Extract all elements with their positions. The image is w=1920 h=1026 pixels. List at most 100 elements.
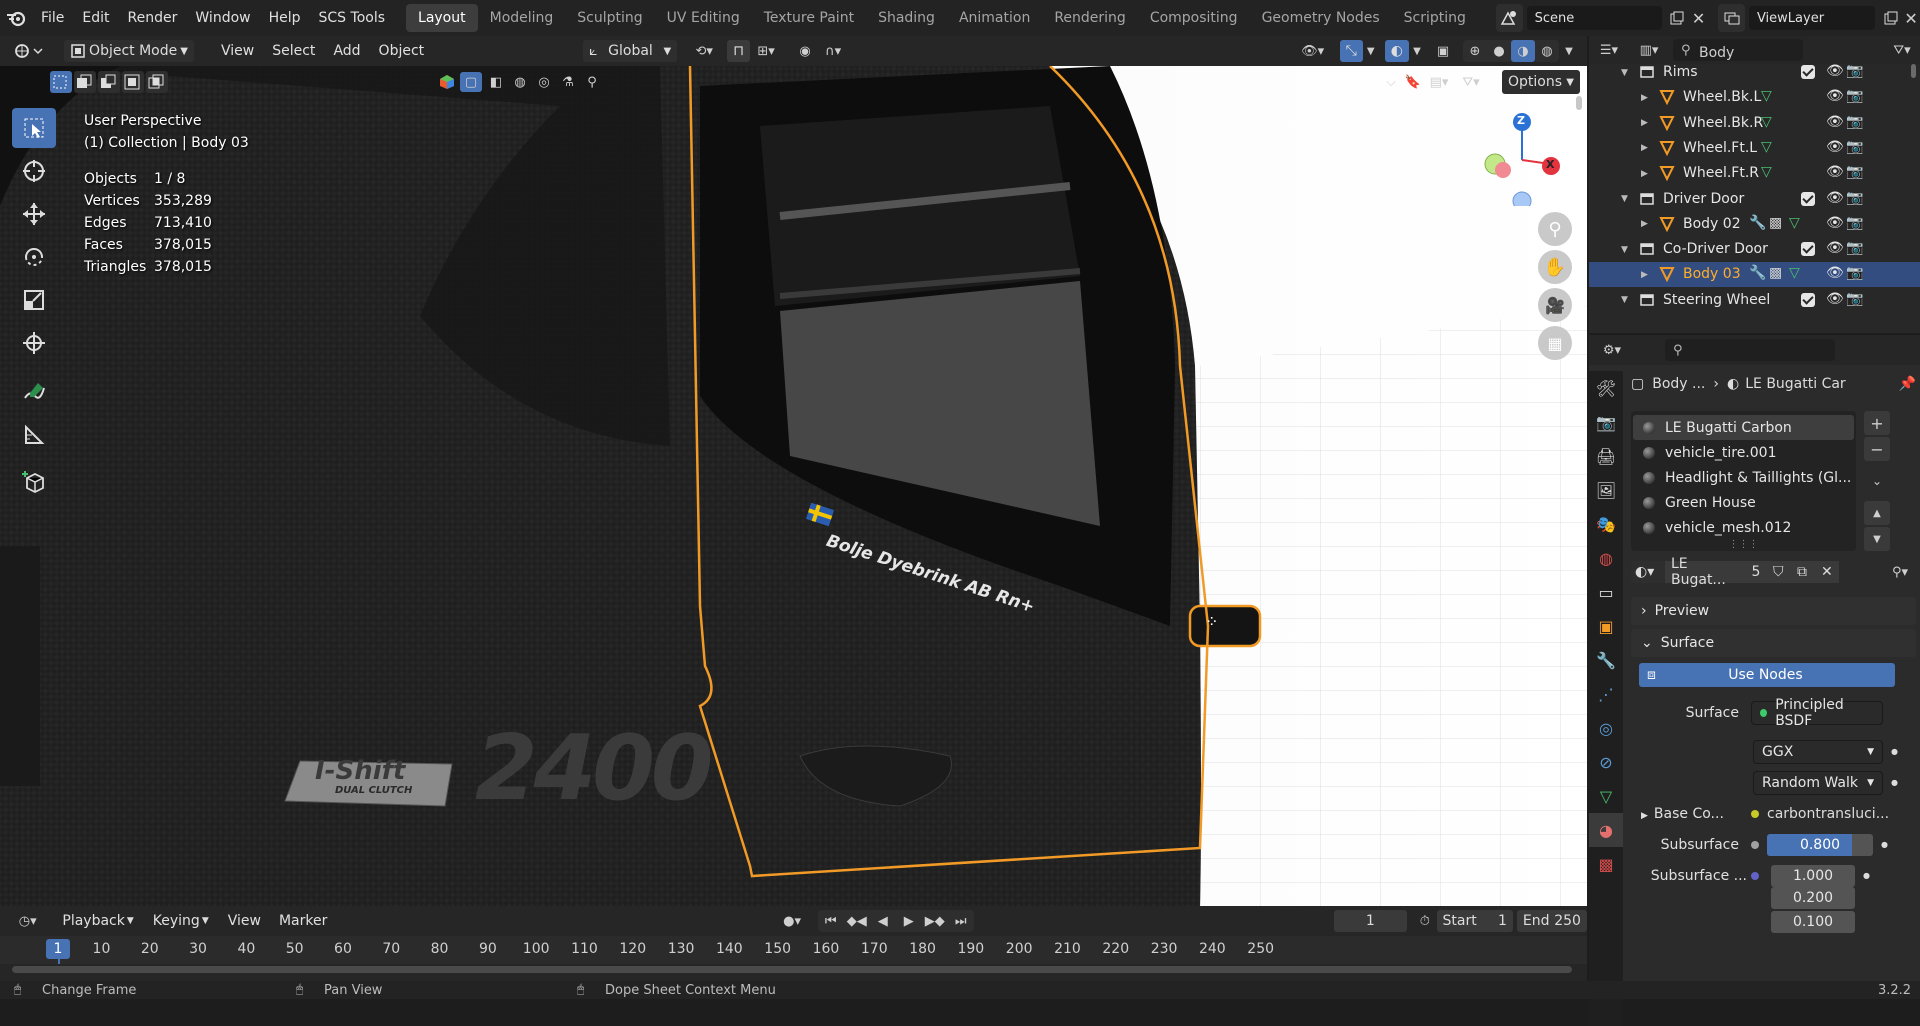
menu-file[interactable]: File [32, 10, 73, 26]
camera-view-icon[interactable]: 🎥 [1538, 288, 1572, 322]
include-checkbox[interactable] [1801, 191, 1815, 206]
render-camera-icon[interactable]: 📷 [1846, 139, 1863, 155]
eye-visibility-icon[interactable]: 👁 [1826, 265, 1844, 281]
move-slot-up-icon[interactable]: ▲ [1864, 501, 1890, 525]
mode-selector[interactable]: Object Mode ▼ [64, 40, 194, 62]
material-name-field[interactable]: LE Bugat... [1665, 556, 1745, 588]
shading-dropdown-icon[interactable]: ▼ [1559, 46, 1579, 57]
annotate-tool-icon[interactable] [12, 372, 56, 412]
render-camera-icon[interactable]: 📷 [1846, 240, 1863, 256]
viewport-scrollbar[interactable] [1576, 96, 1582, 110]
include-checkbox[interactable] [1801, 65, 1815, 79]
collection-tab-icon[interactable]: ▭ [1589, 575, 1623, 609]
disclosure-triangle-icon[interactable]: ▶ [1641, 219, 1648, 229]
outliner-row[interactable]: ▶ Wheel.Bk.R ▽ 👁 📷 [1589, 111, 1920, 136]
remove-view-layer-icon[interactable]: ✕ [1902, 5, 1920, 31]
include-checkbox[interactable] [1801, 292, 1815, 307]
remove-slot-icon[interactable]: − [1864, 437, 1890, 461]
render-camera-icon[interactable]: 📷 [1846, 88, 1863, 104]
users-count[interactable]: 5 [1745, 561, 1767, 583]
tab-animation[interactable]: Animation [947, 4, 1042, 32]
tool-tab-icon[interactable]: 🛠 [1589, 371, 1623, 405]
overlay-toggle-icon[interactable]: ◐ [1384, 40, 1409, 62]
properties-search-field[interactable]: ⚲ [1665, 339, 1835, 361]
jump-start-icon[interactable]: ⏮ [818, 910, 844, 932]
disclosure-triangle-icon[interactable]: ▶ [1641, 118, 1648, 128]
subsurface-radius-y[interactable]: 0.200 [1771, 887, 1855, 909]
render-camera-icon[interactable]: 📷 [1846, 265, 1863, 281]
keyframe-dot-icon[interactable]: ● [1863, 871, 1870, 880]
outliner-row[interactable]: ▶ Body 02 🔧 ▩ ▽ 👁 📷 [1589, 212, 1920, 237]
new-view-layer-icon[interactable] [1879, 5, 1902, 31]
disclosure-triangle-icon[interactable]: ▶ [1641, 169, 1648, 179]
menu-scs-tools[interactable]: SCS Tools [310, 10, 395, 26]
jump-end-icon[interactable]: ⏭ [948, 910, 974, 932]
object-tab-icon[interactable]: ▣ [1589, 609, 1623, 643]
keyframe-dot-icon[interactable]: ● [1891, 778, 1898, 787]
tab-shading[interactable]: Shading [866, 4, 947, 32]
material-slot-icon[interactable]: ▢ [460, 72, 482, 92]
end-frame-field[interactable]: End 250 [1516, 910, 1587, 932]
use-nodes-button[interactable]: ⧈ Use Nodes [1639, 663, 1895, 687]
disclosure-triangle-icon[interactable]: ▶ [1641, 93, 1648, 103]
outliner-row[interactable]: ▼ Rims 👁 📷 [1589, 60, 1920, 85]
scene-selector-icon[interactable] [1495, 4, 1523, 32]
start-frame-field[interactable]: Start 1 [1436, 910, 1513, 932]
preview-panel-header[interactable]: › Preview [1631, 597, 1916, 625]
eye-visibility-icon[interactable]: 👁 [1826, 215, 1844, 231]
pivot-point-icon[interactable]: ⟲▾ [685, 44, 723, 59]
pan-hand-icon[interactable]: ✋ [1538, 250, 1572, 284]
outliner-row[interactable]: ▶ Body 03 🔧 ▩ ▽ 👁 📷 [1589, 262, 1920, 288]
disclosure-triangle-icon[interactable]: ▼ [1621, 68, 1628, 78]
material-slot-item[interactable]: vehicle_tire.001 [1633, 440, 1854, 465]
orientation-selector[interactable]: ⟀ Global ▼ [583, 40, 678, 62]
texture-icon[interactable]: ◧ [486, 75, 506, 90]
outliner-row[interactable]: ▼ Steering Wheel 👁 📷 [1589, 288, 1920, 313]
eye-visibility-icon[interactable]: 👁 [1826, 190, 1844, 206]
tab-compositing[interactable]: Compositing [1138, 4, 1250, 32]
xray-toggle-icon[interactable]: ▣ [1429, 44, 1457, 59]
render-camera-icon[interactable]: 📷 [1846, 114, 1863, 130]
snap-target-icon[interactable]: ⊞▾ [750, 44, 782, 59]
add-cube-tool-icon[interactable] [12, 462, 56, 502]
viewport-menu-object[interactable]: Object [370, 43, 434, 59]
rendered-shading-icon[interactable]: ◍ [1535, 40, 1559, 62]
move-slot-down-icon[interactable]: ▼ [1864, 527, 1890, 551]
playhead[interactable]: 1 [46, 939, 70, 959]
world-icon[interactable]: ◍ [510, 75, 530, 90]
menu-help[interactable]: Help [260, 10, 310, 26]
fake-user-icon[interactable]: ⛉ [1767, 561, 1791, 583]
particles-tab-icon[interactable]: ⋰ [1589, 677, 1623, 711]
viewport-menu-view[interactable]: View [212, 43, 263, 59]
node-link-icon[interactable]: ⚲▾ [1884, 565, 1916, 580]
render-camera-icon[interactable]: 📷 [1846, 215, 1863, 231]
subsurface-slider[interactable]: 0.800 [1767, 833, 1873, 856]
tab-geometry-nodes[interactable]: Geometry Nodes [1250, 4, 1392, 32]
material-slot-item[interactable]: vehicle_mesh.012 [1633, 515, 1854, 540]
outliner-row[interactable]: ▶ Wheel.Ft.L ▽ 👁 📷 [1589, 136, 1920, 161]
eye-visibility-icon[interactable]: 👁 [1826, 291, 1844, 307]
disclosure-triangle-icon[interactable]: ▼ [1621, 245, 1628, 255]
editor-type-icon[interactable]: ◷▾ [12, 914, 43, 929]
cursor-tool-icon[interactable] [12, 151, 56, 191]
keyframe-dot-icon[interactable]: ● [1891, 747, 1898, 756]
select-extend-icon[interactable] [74, 71, 96, 93]
bookmark-icon[interactable]: 🔖 [1404, 75, 1422, 90]
outliner-row[interactable]: ▶ Wheel.Bk.L ▽ 👁 📷 [1589, 85, 1920, 110]
menu-render[interactable]: Render [119, 10, 187, 26]
select-new-icon[interactable] [50, 71, 72, 93]
jump-keyframe-forward-icon[interactable]: ▶◆ [922, 910, 948, 932]
timeline-scrollbar[interactable] [12, 966, 1572, 973]
browse-material-icon[interactable]: ◐▾ [1631, 561, 1665, 583]
keyframe-dot-icon[interactable]: ● [1881, 840, 1888, 849]
material-slot-item[interactable]: Headlight & Taillights (Gl... [1633, 465, 1854, 490]
editor-type-icon[interactable] [6, 38, 52, 64]
rotate-tool-icon[interactable] [12, 237, 56, 277]
disclosure-triangle-icon[interactable]: ▼ [1621, 194, 1628, 204]
eye-visibility-icon[interactable]: 👁 [1826, 114, 1844, 130]
timeline-menu-marker[interactable]: Marker [270, 913, 336, 929]
select-box-tool-icon[interactable] [12, 108, 56, 148]
tab-modeling[interactable]: Modeling [478, 4, 566, 32]
falloff-icon[interactable]: ∩▾ [818, 44, 848, 59]
outliner-row[interactable]: ▼ Driver Door 👁 📷 [1589, 187, 1920, 212]
